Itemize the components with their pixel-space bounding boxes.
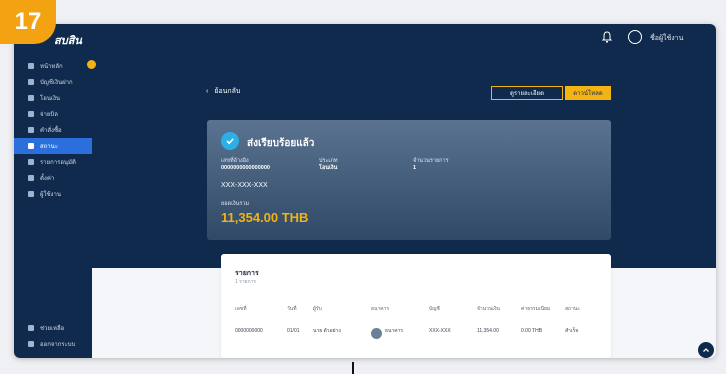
sidebar-item-label: คำสั่งซื้อ: [40, 128, 62, 134]
sidebar-item-help[interactable]: ช่วยเหลือ: [14, 320, 92, 336]
download-button[interactable]: ดาวน์โหลด: [565, 86, 611, 100]
sidebar-bottom: ช่วยเหลือ ออกจากระบบ: [14, 320, 92, 352]
details-button[interactable]: ดูรายละเอียด: [491, 86, 563, 100]
status-icon: [28, 143, 34, 149]
column-header[interactable]: ธนาคาร: [371, 306, 429, 313]
cart-icon: [28, 127, 34, 133]
gear-icon: [28, 175, 34, 181]
table-cell: 0.00 THB: [521, 328, 543, 334]
field-value: 1: [413, 165, 417, 171]
sidebar: หน้าหลัก บัญชีเงินฝาก โอนเงิน จ่ายบิล คำ…: [14, 52, 92, 358]
sidebar-item-label: ช่วยเหลือ: [40, 326, 65, 332]
column-header[interactable]: วันที่: [287, 306, 313, 313]
table-cell: ธนาคาร: [371, 328, 429, 339]
back-link[interactable]: ‹ ย้อนกลับ: [206, 86, 240, 97]
sidebar-item-approvals[interactable]: รายการอนุมัติ: [14, 154, 92, 170]
status-card: ส่งเรียบร้อยแล้ว เลขที่อ้างอิง 000000000…: [207, 120, 611, 240]
sidebar-item-bills[interactable]: จ่ายบิล: [14, 106, 92, 122]
sidebar-item-logout[interactable]: ออกจากระบบ: [14, 336, 92, 352]
collapse-toggle[interactable]: [87, 60, 96, 69]
bank-logo-icon: [371, 328, 382, 339]
status-title: ส่งเรียบร้อยแล้ว: [247, 138, 315, 149]
table-cell: 0000000000: [235, 328, 263, 334]
sidebar-item-label: ตั้งค่า: [40, 176, 55, 182]
field-label: ประเภท: [319, 158, 338, 164]
field-value: 0000000000000000: [221, 165, 270, 171]
sidebar-item-transfer[interactable]: โอนเงิน: [14, 90, 92, 106]
sidebar-item-label: บัญชีเงินฝาก: [40, 80, 73, 86]
wallet-icon: [28, 79, 34, 85]
column-header[interactable]: บัญชี: [429, 306, 477, 313]
home-icon: [28, 63, 34, 69]
top-bar: สบสิน ชื่อผู้ใช้งาน: [14, 24, 716, 52]
column-header[interactable]: ค่าธรรมเนียม: [521, 306, 565, 313]
chevron-left-icon: ‹: [206, 88, 209, 95]
sidebar-item-label: ผู้ใช้งาน: [40, 192, 61, 198]
bell-icon[interactable]: [602, 31, 612, 43]
sidebar-item-users[interactable]: ผู้ใช้งาน: [14, 186, 92, 202]
table-cell: นาย ตัวอย่าง: [313, 328, 341, 334]
column-header[interactable]: เลขที่: [235, 306, 287, 313]
reference-field: เลขที่อ้างอิง 0000000000000000: [221, 158, 270, 172]
sidebar-item-label: โอนเงิน: [40, 96, 61, 102]
sidebar-item-home[interactable]: หน้าหลัก: [14, 58, 92, 74]
user-name[interactable]: ชื่อผู้ใช้งาน: [650, 33, 683, 44]
sidebar-item-status[interactable]: สถานะ: [14, 138, 92, 154]
field-label: เลขที่อ้างอิง: [221, 158, 249, 164]
sidebar-item-label: ออกจากระบบ: [40, 342, 76, 348]
chevron-up-icon: [703, 348, 709, 352]
approve-icon: [28, 159, 34, 165]
transactions-card: รายการ 1 รายการ เลขที่ วันที่ ผู้รับ ธนา…: [221, 254, 611, 358]
sidebar-item-settings[interactable]: ตั้งค่า: [14, 170, 92, 186]
column-header[interactable]: จำนวนเงิน: [477, 306, 521, 313]
transfer-icon: [28, 95, 34, 101]
back-label: ย้อนกลับ: [214, 88, 241, 95]
bank-name: ธนาคาร: [385, 328, 404, 334]
help-icon: [28, 325, 34, 331]
table-header: เลขที่ วันที่ ผู้รับ ธนาคาร บัญชี จำนวนเ…: [235, 306, 601, 313]
table-cell: XXX-XXX: [429, 328, 451, 334]
count-field: จำนวนรายการ 1: [413, 158, 449, 172]
brand-logo[interactable]: สบสิน: [54, 31, 82, 49]
chat-button[interactable]: [698, 342, 714, 358]
bill-icon: [28, 111, 34, 117]
column-header[interactable]: สถานะ: [565, 306, 595, 313]
text-cursor: [352, 362, 354, 374]
field-value: โอนเงิน: [319, 165, 338, 171]
table-subtitle: 1 รายการ: [235, 279, 257, 285]
total-amount: 11,354.00 THB: [221, 210, 309, 225]
app-window: สบสิน ชื่อผู้ใช้งาน หน้าหลัก บัญชีเงินฝา…: [14, 24, 716, 358]
sidebar-item-label: สถานะ: [40, 144, 58, 150]
table-cell: สำเร็จ: [565, 328, 579, 334]
type-field: ประเภท โอนเงิน: [319, 158, 338, 172]
sidebar-item-label: จ่ายบิล: [40, 112, 58, 118]
check-circle-icon: [221, 132, 239, 150]
table-cell: 01/01: [287, 328, 300, 334]
users-icon: [28, 191, 34, 197]
table-row[interactable]: 0000000000 01/01 นาย ตัวอย่าง ธนาคาร XXX…: [235, 328, 601, 339]
sidebar-item-label: รายการอนุมัติ: [40, 160, 76, 166]
logout-icon: [28, 341, 34, 347]
user-avatar-icon[interactable]: [628, 30, 642, 44]
field-label: จำนวนรายการ: [413, 158, 449, 164]
sidebar-item-orders[interactable]: คำสั่งซื้อ: [14, 122, 92, 138]
sidebar-item-label: หน้าหลัก: [40, 64, 63, 70]
column-header[interactable]: ผู้รับ: [313, 306, 371, 313]
amount-label: ยอดเงินรวม: [221, 201, 250, 207]
table-cell: 11,354.00: [477, 328, 499, 334]
sidebar-item-accounts[interactable]: บัญชีเงินฝาก: [14, 74, 92, 90]
account-number: XXX-XXX-XXX: [221, 182, 268, 189]
step-badge: 17: [0, 0, 56, 44]
